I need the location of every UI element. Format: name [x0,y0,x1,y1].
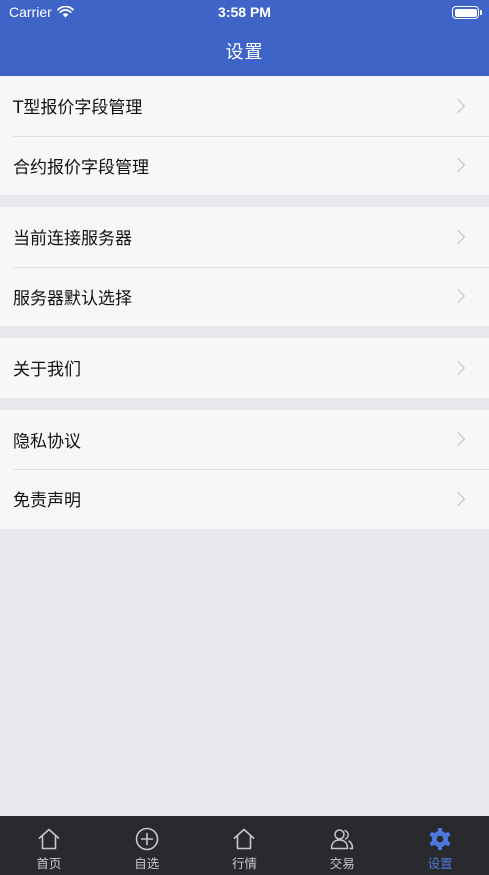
row-label: 免责声明 [13,491,81,512]
row-label: 关于我们 [13,360,81,381]
tab-label: 设置 [427,856,453,871]
status-bar: Carrier 3:58 PM [0,0,489,26]
navigation-header: Carrier 3:58 PM 设置 [0,0,489,76]
settings-row-privacy-policy[interactable]: 隐私协议 [0,410,489,470]
tab-label: 首页 [36,856,62,871]
settings-row-t-quote-fields[interactable]: T型报价字段管理 [0,76,489,136]
settings-row-default-server[interactable]: 服务器默认选择 [0,266,489,327]
tab-home[interactable]: 首页 [0,816,98,875]
row-label: 服务器默认选择 [13,288,132,309]
row-label: 合约报价字段管理 [13,157,149,178]
battery-level [454,8,477,17]
gear-icon [429,828,451,850]
chevron-right-icon [450,289,466,304]
chevron-right-icon [450,432,466,447]
settings-row-contract-quote-fields[interactable]: 合约报价字段管理 [0,135,489,196]
home-icon [38,828,60,850]
plus-circle-icon [135,827,158,851]
row-label: 当前连接服务器 [13,229,132,250]
house-icon [233,828,256,850]
settings-group-quote-fields: T型报价字段管理 合约报价字段管理 [0,76,489,195]
chevron-right-icon [450,229,466,244]
status-time: 3:58 PM [218,4,271,20]
tab-label: 行情 [231,856,257,871]
chevron-right-icon [450,98,466,113]
tab-settings[interactable]: 设置 [391,816,489,875]
users-icon [331,829,354,850]
tab-label: 自选 [134,856,160,871]
row-label: 隐私协议 [13,431,81,452]
battery-icon [452,6,482,19]
settings-group-about: 关于我们 [0,338,489,398]
tab-bar: 首页 自选 行情 交易 设置 [0,816,489,875]
settings-group-legal: 隐私协议 免责声明 [0,409,489,529]
settings-row-disclaimer[interactable]: 免责声明 [0,469,489,529]
tab-trade[interactable]: 交易 [293,816,391,875]
app-root: Carrier 3:58 PM 设置 T型报价字段管理 合约报价字段管理 当前连… [0,0,489,875]
tab-watchlist[interactable]: 自选 [98,816,196,875]
settings-group-server: 当前连接服务器 服务器默认选择 [0,207,489,326]
chevron-right-icon [450,491,466,506]
chevron-right-icon [450,360,466,375]
settings-row-current-server[interactable]: 当前连接服务器 [0,207,489,267]
settings-list: T型报价字段管理 合约报价字段管理 当前连接服务器 服务器默认选择 关于我们 隐… [0,76,489,529]
row-label: T型报价字段管理 [13,98,143,119]
settings-row-about-us[interactable]: 关于我们 [0,338,489,398]
tab-label: 交易 [329,856,355,871]
chevron-right-icon [450,158,466,173]
page-title: 设置 [225,42,264,63]
tab-market[interactable]: 行情 [196,816,294,875]
